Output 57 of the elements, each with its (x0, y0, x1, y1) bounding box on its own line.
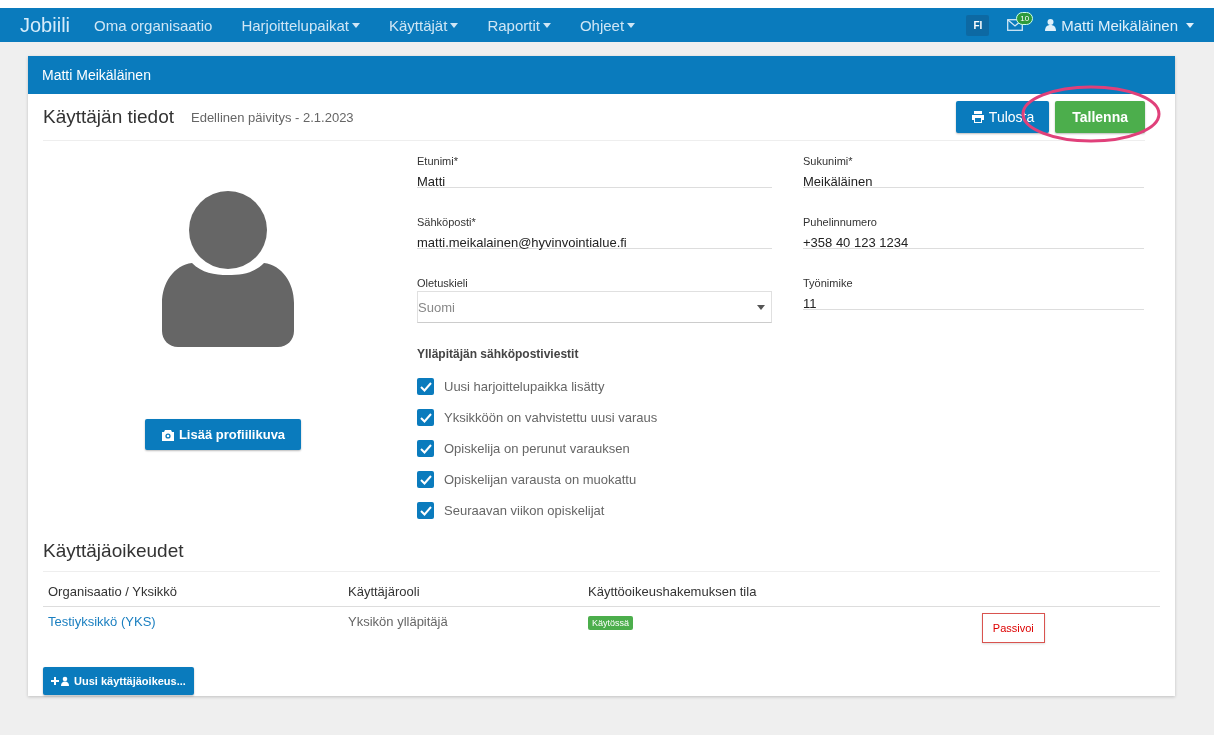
plus-user-icon (51, 676, 70, 686)
nav-menu-item[interactable]: Raportit (487, 16, 551, 34)
input-field[interactable]: matti.meikalainen@hyvinvointialue.fi (417, 235, 772, 250)
language-select[interactable]: Suomi (417, 291, 772, 323)
printer-icon (970, 111, 985, 123)
input-field[interactable]: Matti (417, 174, 772, 189)
envelope-icon[interactable] (1007, 19, 1024, 31)
input-field[interactable]: 11 (803, 296, 1144, 311)
checkbox-label: Opiskelija on perunut varauksen (444, 441, 630, 456)
checkbox[interactable] (417, 440, 434, 457)
column-header: Organisaatio / Yksikkö (43, 572, 343, 607)
input-field[interactable]: Meikäläinen (803, 174, 1144, 189)
checkbox[interactable] (417, 502, 434, 519)
column-header: Käyttöoikeushakemuksen tila (583, 572, 872, 607)
nav-menu-item[interactable]: Ohjeet (579, 16, 636, 34)
checkbox-label: Seuraavan viikon opiskelijat (444, 503, 605, 518)
caret-icon (450, 22, 459, 28)
checkbox-label: Yksikköön on vahvistettu uusi varaus (444, 410, 658, 425)
notifications-title: Ylläpitäjän sähköpostiviestit (417, 347, 580, 361)
field-label: Työnimike (803, 277, 854, 289)
nav-menu-item[interactable]: Käyttäjät (389, 16, 459, 34)
nav-menu-item[interactable]: Oma organisaatio (94, 16, 213, 34)
user-menu[interactable]: Matti Meikäläinen (1045, 16, 1194, 34)
input-field[interactable]: +358 40 123 1234 (803, 235, 1144, 250)
checkbox-label: Opiskelijan varausta on muokattu (444, 472, 637, 487)
user-icon (1045, 19, 1057, 31)
unit-link[interactable]: Testiyksikkö (YKS) (48, 614, 156, 629)
notification-badge: 10 (1016, 12, 1034, 25)
add-profile-picture-button[interactable]: Lisää profiilikuva (144, 419, 302, 450)
checkbox[interactable] (417, 409, 434, 426)
field-label: Sähköposti* (417, 216, 477, 228)
field-label: Etunimi* (417, 155, 459, 167)
camera-icon (160, 428, 175, 441)
save-button[interactable]: Tallenna (1055, 101, 1145, 133)
nav-menu-item[interactable]: Harjoittelupaikat (241, 16, 360, 34)
status-tag: Käytössä (588, 616, 634, 630)
checkbox-label: Uusi harjoittelupaikka lisätty (444, 379, 605, 394)
table-cell: Yksikön ylläpitäjä (348, 614, 448, 629)
brand-logo[interactable]: Jobiili (20, 13, 71, 37)
caret-icon (352, 22, 360, 28)
caret-icon (627, 22, 636, 28)
deactivate-button[interactable]: Passivoi (981, 613, 1045, 643)
column-header: Käyttäjärooli (343, 572, 583, 607)
add-user-right-button[interactable]: Uusi käyttäjäoikeus... (43, 667, 194, 695)
checkbox[interactable] (417, 471, 434, 488)
field-label: Sukunimi* (803, 155, 854, 167)
caret-icon (1186, 22, 1194, 28)
field-label: Puhelinnumero (803, 216, 878, 228)
section-title: Käyttäjän tiedot (43, 106, 174, 128)
panel-header: Matti Meikäläinen (28, 56, 1175, 94)
field-label: Oletuskieli (417, 277, 469, 289)
caret-icon (542, 22, 551, 28)
last-updated-text: Edellinen päivitys - 2.1.2023 (191, 109, 354, 125)
checkbox[interactable] (417, 378, 434, 395)
caret-icon (757, 304, 765, 310)
language-button[interactable]: FI (966, 14, 990, 36)
section-title: Käyttäjäoikeudet (43, 526, 1160, 572)
